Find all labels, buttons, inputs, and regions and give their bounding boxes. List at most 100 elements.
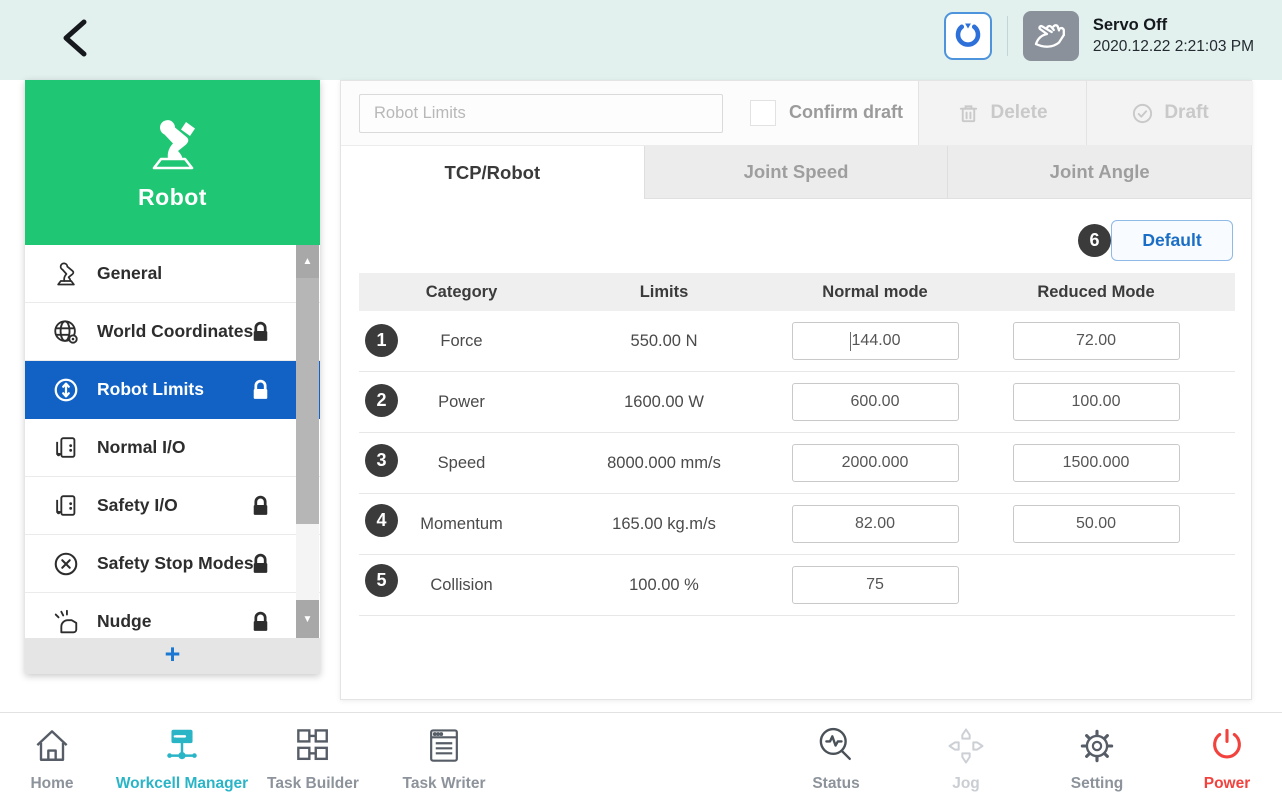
gear-icon	[1075, 722, 1119, 770]
robot-limits-panel: Confirm draft Delete Draft TCP/Robot Joi…	[340, 80, 1252, 700]
confirm-draft-label: Confirm draft	[789, 102, 903, 123]
input-value: 75	[866, 576, 884, 594]
workcell-tree-icon	[159, 722, 205, 770]
annotation-badge-6: 6	[1078, 224, 1111, 257]
limit-cell: 550.00 N	[564, 332, 764, 351]
sidebar-menu: General World Coordinates	[25, 245, 320, 638]
sidebar-item-robot-limits[interactable]: Robot Limits	[25, 361, 320, 419]
nav-label: Status	[812, 775, 859, 793]
nav-label: Setting	[1071, 775, 1124, 793]
draft-button[interactable]: Draft	[1086, 81, 1253, 145]
bottom-nav: Home Workcell Manager	[0, 712, 1282, 803]
jog-dpad-icon	[944, 722, 988, 770]
sidebar-item-label: World Coordinates	[97, 321, 253, 342]
sidebar-item-world-coordinates[interactable]: World Coordinates	[25, 303, 320, 361]
delete-button[interactable]: Delete	[918, 81, 1086, 145]
delete-label: Delete	[990, 102, 1047, 124]
limits-tabs: TCP/Robot Joint Speed Joint Angle	[341, 146, 1251, 199]
limits-table: Category Limits Normal mode Reduced Mode…	[359, 273, 1235, 616]
reduced-mode-input[interactable]: 100.00	[1013, 383, 1180, 421]
sidebar-title: Robot	[138, 184, 207, 211]
draft-label: Draft	[1164, 102, 1208, 124]
document-icon	[422, 722, 466, 770]
sidebar-item-label: Safety Stop Modes	[97, 553, 254, 574]
nav-task-writer[interactable]: Task Writer	[359, 722, 529, 793]
lock-icon	[248, 609, 273, 634]
back-button[interactable]	[56, 14, 100, 62]
workcell-sidebar: Robot General	[25, 80, 320, 674]
sidebar-item-general[interactable]: General	[25, 245, 320, 303]
normal-mode-input[interactable]: 75	[792, 566, 959, 604]
sidebar-item-safety-io[interactable]: Safety I/O	[25, 477, 320, 535]
sidebar-item-nudge[interactable]: Nudge	[25, 593, 320, 638]
input-value: 100.00	[1072, 393, 1121, 411]
reduced-mode-input[interactable]: 50.00	[1013, 505, 1180, 543]
top-bar: Servo Off 2020.12.22 2:21:03 PM	[0, 0, 1282, 80]
robot-limits-screen: Servo Off 2020.12.22 2:21:03 PM Robot	[0, 0, 1282, 803]
add-workcell-item-button[interactable]: +	[25, 638, 320, 674]
default-button[interactable]: Default	[1111, 220, 1233, 261]
lock-icon	[248, 493, 273, 518]
robot-arm-large-icon	[140, 114, 206, 174]
sidebar-item-normal-io[interactable]: Normal I/O	[25, 419, 320, 477]
normal-mode-input[interactable]: 144.00	[792, 322, 959, 360]
status-magnifier-icon	[814, 722, 858, 770]
sidebar-item-label: Safety I/O	[97, 495, 178, 516]
limit-cell: 165.00 kg.m/s	[564, 515, 764, 534]
tab-joint-speed[interactable]: Joint Speed	[644, 146, 948, 199]
servo-timestamp: 2020.12.22 2:21:03 PM	[1093, 37, 1254, 58]
input-value: 144.00	[852, 332, 901, 350]
nav-label: Task Writer	[403, 775, 486, 793]
input-value: 50.00	[1076, 515, 1116, 533]
sidebar-item-label: Normal I/O	[97, 437, 186, 458]
servo-status-label: Servo Off	[1093, 14, 1254, 36]
sidebar-item-label: General	[97, 263, 162, 284]
limit-cell: 1600.00 W	[564, 393, 764, 412]
gripper-icon	[948, 16, 988, 56]
nav-label: Home	[30, 775, 73, 793]
normal-mode-input[interactable]: 2000.000	[792, 444, 959, 482]
sidebar-robot-header[interactable]: Robot	[25, 80, 320, 245]
reduced-mode-input[interactable]: 72.00	[1013, 322, 1180, 360]
limit-cell: 100.00 %	[564, 576, 764, 595]
chevron-left-icon	[56, 14, 100, 62]
tab-joint-angle[interactable]: Joint Angle	[947, 146, 1251, 199]
normal-mode-input[interactable]: 600.00	[792, 383, 959, 421]
text-caret	[850, 332, 851, 351]
sidebar-item-label: Robot Limits	[97, 379, 204, 400]
table-row-power: Power 1600.00 W 600.00 100.00	[359, 372, 1235, 433]
column-header-normal-mode: Normal mode	[764, 283, 986, 302]
limit-cell: 8000.000 mm/s	[564, 454, 764, 473]
top-right-cluster: Servo Off 2020.12.22 2:21:03 PM	[944, 11, 1254, 61]
input-value: 72.00	[1076, 332, 1116, 350]
table-header-row: Category Limits Normal mode Reduced Mode	[359, 273, 1235, 311]
servo-status-tile[interactable]	[1023, 11, 1079, 61]
scroll-down-button[interactable]: ▼	[296, 600, 319, 638]
annotation-badge-1: 1	[365, 324, 398, 357]
tab-tcp-robot[interactable]: TCP/Robot	[341, 146, 644, 199]
nav-label: Power	[1204, 775, 1251, 793]
scroll-up-button[interactable]: ▲	[296, 245, 319, 278]
globe-icon	[51, 317, 81, 347]
servo-status-text: Servo Off 2020.12.22 2:21:03 PM	[1093, 14, 1254, 57]
sidebar-item-label: Nudge	[97, 611, 151, 632]
io-port-icon	[51, 433, 81, 463]
normal-mode-input[interactable]: 82.00	[792, 505, 959, 543]
lock-icon	[248, 377, 273, 402]
annotation-badge-2: 2	[365, 384, 398, 417]
annotation-badge-4: 4	[365, 504, 398, 537]
nav-power[interactable]: Power	[1142, 722, 1282, 793]
sidebar-item-safety-stop-modes[interactable]: Safety Stop Modes	[25, 535, 320, 593]
io-port-icon	[51, 491, 81, 521]
reduced-mode-input[interactable]: 1500.000	[1013, 444, 1180, 482]
input-value: 1500.000	[1063, 454, 1130, 472]
nudge-hand-icon	[51, 607, 81, 637]
table-row-momentum: Momentum 165.00 kg.m/s 82.00 50.00	[359, 494, 1235, 555]
lock-icon	[248, 551, 273, 576]
limit-name-input[interactable]	[359, 94, 723, 133]
gripper-button[interactable]	[944, 12, 992, 60]
input-value: 600.00	[851, 393, 900, 411]
scrollbar-thumb[interactable]	[296, 278, 319, 524]
confirm-draft-checkbox[interactable]	[750, 100, 776, 126]
nav-label: Jog	[952, 775, 980, 793]
